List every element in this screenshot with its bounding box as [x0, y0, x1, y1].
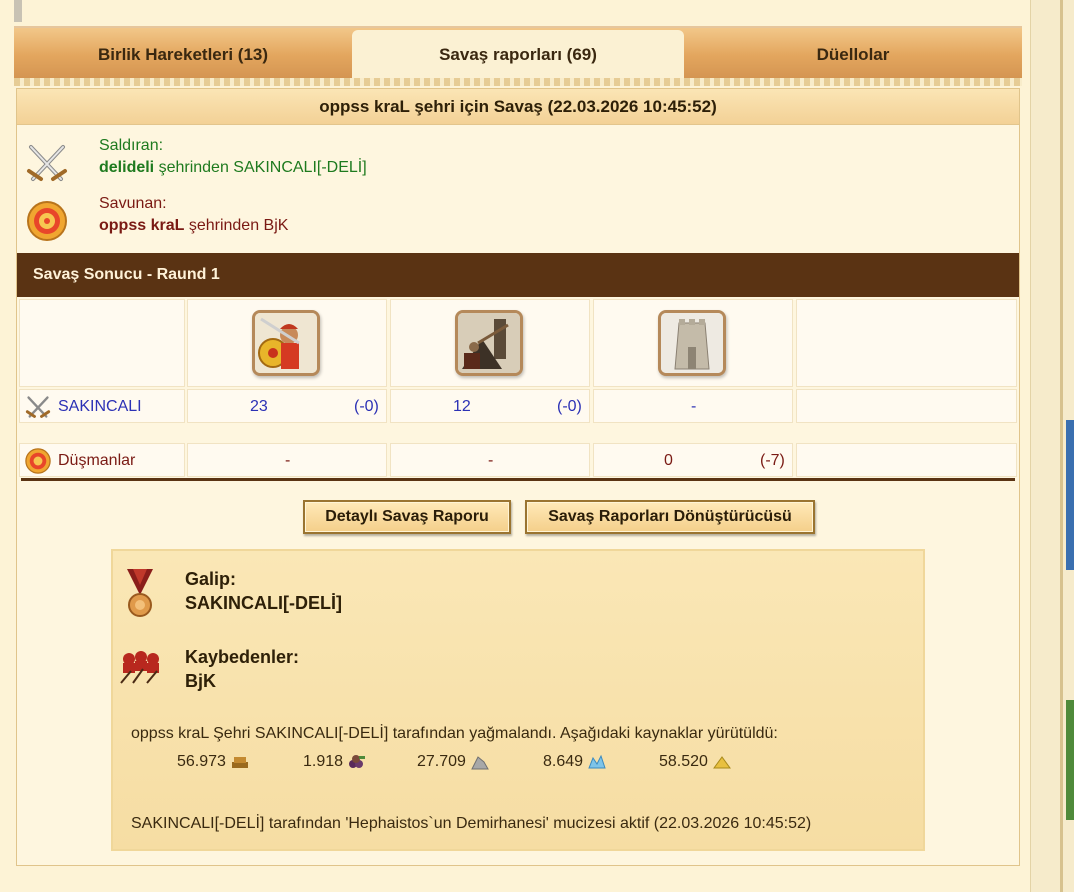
wood-icon	[231, 757, 248, 768]
right-edge-decoration	[1066, 700, 1074, 820]
marble-icon	[471, 756, 489, 770]
table-cell: 23 (-0)	[187, 389, 387, 423]
crossed-swords-icon	[27, 145, 67, 181]
table-cell: -	[593, 389, 793, 423]
sulfur-icon	[712, 756, 731, 769]
unit-count: 0	[664, 452, 673, 469]
defender-row-name: Düşmanlar	[58, 452, 136, 469]
catapult-unit-icon[interactable]	[455, 310, 523, 376]
table-separator	[21, 478, 1015, 481]
battle-summary: Galip: SAKINCALI[-DELİ] Kaybedenler: BjK…	[111, 549, 925, 851]
unit-header-cell	[390, 299, 590, 387]
attacker-row-name: SAKINCALI	[58, 398, 142, 415]
table-cell	[796, 443, 1017, 477]
resource-crystal: 8.649	[543, 753, 607, 771]
defender-label: Savunan:	[99, 195, 167, 212]
unit-loss: (-7)	[760, 452, 785, 469]
unit-header-cell	[187, 299, 387, 387]
medal-icon	[127, 569, 153, 617]
tab-border-ornament	[14, 78, 1022, 86]
winner-label: Galip:	[185, 569, 237, 589]
tab-duels[interactable]: Düellolar	[684, 32, 1022, 78]
resource-wood: 56.973	[177, 753, 250, 771]
tab-bar: Birlik Hareketleri (13) Savaş raporları …	[14, 26, 1022, 80]
wonder-text: SAKINCALI[-DELİ] tarafından 'Hephaistos`…	[131, 815, 812, 832]
tab-battle-reports[interactable]: Savaş raporları (69)	[352, 30, 684, 80]
attacker-section: Saldıran: delideli şehrinden SAKINCALI[-…	[17, 133, 617, 185]
swordsman-unit-icon[interactable]	[252, 310, 320, 376]
table-header-empty	[19, 299, 185, 387]
resource-marble: 27.709	[417, 753, 490, 771]
tab-troop-movements[interactable]: Birlik Hareketleri (13)	[14, 32, 352, 78]
resource-sulfur: 58.520	[659, 753, 732, 771]
wine-icon	[349, 755, 366, 768]
table-cell: 12 (-0)	[390, 389, 590, 423]
table-row-attacker: SAKINCALI	[19, 389, 185, 423]
defender-value: oppss kraL şehrinden BjK	[99, 217, 288, 235]
losers-name: BjK	[185, 671, 216, 691]
right-divider	[1060, 0, 1063, 892]
battle-report-panel: oppss kraL şehri için Savaş (22.03.2026 …	[16, 88, 1020, 866]
unit-count: -	[691, 398, 697, 415]
attacker-value: delideli şehrinden SAKINCALI[-DELİ]	[99, 159, 367, 177]
plunder-text: oppss kraL Şehri SAKINCALI[-DELİ] tarafı…	[131, 725, 778, 742]
shield-icon	[27, 201, 67, 241]
unit-count: -	[488, 452, 494, 469]
unit-loss: (-0)	[354, 398, 379, 415]
crossed-swords-icon	[25, 396, 51, 418]
page-scroll-handle[interactable]	[14, 0, 22, 22]
wall-unit-icon[interactable]	[658, 310, 726, 376]
table-row-defender: Düşmanlar	[19, 443, 185, 477]
defender-city-link[interactable]: oppss kraL	[99, 217, 184, 234]
table-cell	[796, 389, 1017, 423]
unit-count: -	[285, 452, 291, 469]
report-converter-button[interactable]: Savaş Raporları Dönüştürücüsü	[525, 500, 815, 534]
shield-icon	[25, 448, 51, 474]
table-cell: -	[390, 443, 590, 477]
report-title: oppss kraL şehri için Savaş (22.03.2026 …	[17, 89, 1019, 125]
defender-section: Savunan: oppss kraL şehrinden BjK	[17, 191, 617, 243]
crystal-icon	[588, 754, 606, 769]
attacker-player: şehrinden SAKINCALI[-DELİ]	[158, 159, 367, 176]
unit-count: 12	[453, 398, 471, 415]
unit-count: 23	[250, 398, 268, 415]
table-header-empty	[796, 299, 1017, 387]
attacker-label: Saldıran:	[99, 137, 164, 154]
table-cell: 0 (-7)	[593, 443, 793, 477]
table-cell: -	[187, 443, 387, 477]
losers-label: Kaybedenler:	[185, 647, 300, 667]
winner-name: SAKINCALI[-DELİ]	[185, 593, 342, 613]
detailed-report-button[interactable]: Detaylı Savaş Raporu	[303, 500, 511, 534]
resource-wine: 1.918	[303, 753, 367, 771]
right-edge-decoration	[1066, 420, 1074, 570]
defender-player: şehrinden BjK	[188, 217, 289, 234]
unit-header-cell	[593, 299, 793, 387]
battle-result-header: Savaş Sonucu - Raund 1	[17, 253, 1019, 297]
attacker-city-link[interactable]: delideli	[99, 159, 154, 176]
unit-loss: (-0)	[557, 398, 582, 415]
fallen-troops-icon	[120, 651, 159, 684]
